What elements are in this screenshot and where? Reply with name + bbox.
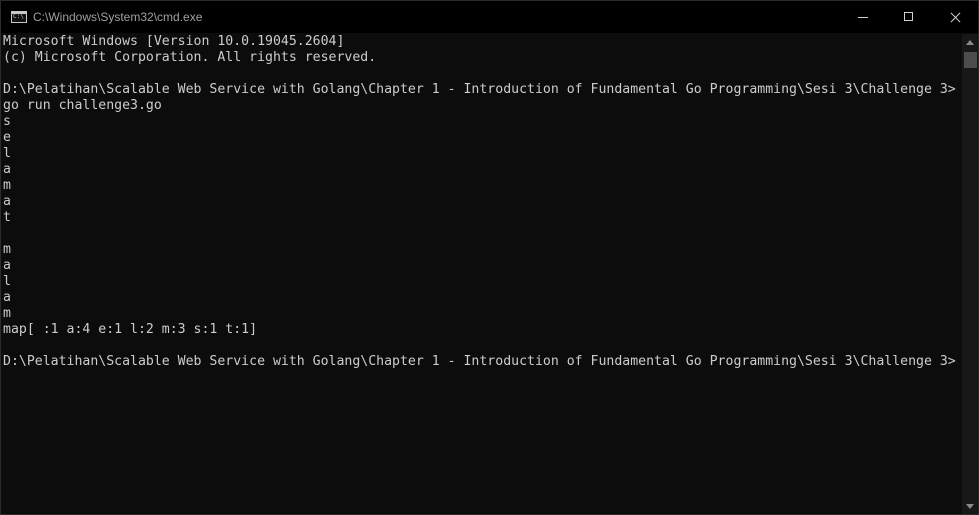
console-line: t bbox=[3, 210, 11, 225]
console-line: D:\Pelatihan\Scalable Web Service with G… bbox=[3, 82, 956, 97]
title-bar[interactable]: C:\Windows\System32\cmd.exe bbox=[1, 1, 978, 33]
console-output[interactable]: Microsoft Windows [Version 10.0.19045.26… bbox=[3, 34, 961, 514]
console-line: go run challenge3.go bbox=[3, 98, 162, 113]
console-line: e bbox=[3, 130, 11, 145]
scroll-down-arrow-icon[interactable] bbox=[962, 498, 978, 514]
console-line: m bbox=[3, 306, 11, 321]
minimize-button[interactable] bbox=[840, 1, 886, 33]
vertical-scrollbar[interactable] bbox=[962, 34, 978, 514]
cmd-icon[interactable] bbox=[11, 11, 27, 23]
console-line: m bbox=[3, 242, 11, 257]
window-title: C:\Windows\System32\cmd.exe bbox=[33, 10, 203, 24]
scroll-thumb[interactable] bbox=[964, 52, 977, 68]
console-line: l bbox=[3, 146, 11, 161]
console-line: a bbox=[3, 194, 11, 209]
close-button[interactable] bbox=[932, 1, 978, 33]
console-line: Microsoft Windows [Version 10.0.19045.26… bbox=[3, 34, 345, 49]
console-line: (c) Microsoft Corporation. All rights re… bbox=[3, 50, 377, 65]
console-line: s bbox=[3, 114, 11, 129]
console-line: a bbox=[3, 258, 11, 273]
console-line: a bbox=[3, 290, 11, 305]
console-line: m bbox=[3, 178, 11, 193]
console-prompt-line[interactable]: D:\Pelatihan\Scalable Web Service with G… bbox=[3, 354, 961, 370]
console-line: l bbox=[3, 274, 11, 289]
maximize-button[interactable] bbox=[886, 1, 932, 33]
console-line: map[ :1 a:4 e:1 l:2 m:3 s:1 t:1] bbox=[3, 322, 258, 337]
scroll-up-arrow-icon[interactable] bbox=[962, 34, 978, 51]
cmd-window: C:\Windows\System32\cmd.exe Microsoft Wi… bbox=[0, 0, 979, 515]
console-line: a bbox=[3, 162, 11, 177]
